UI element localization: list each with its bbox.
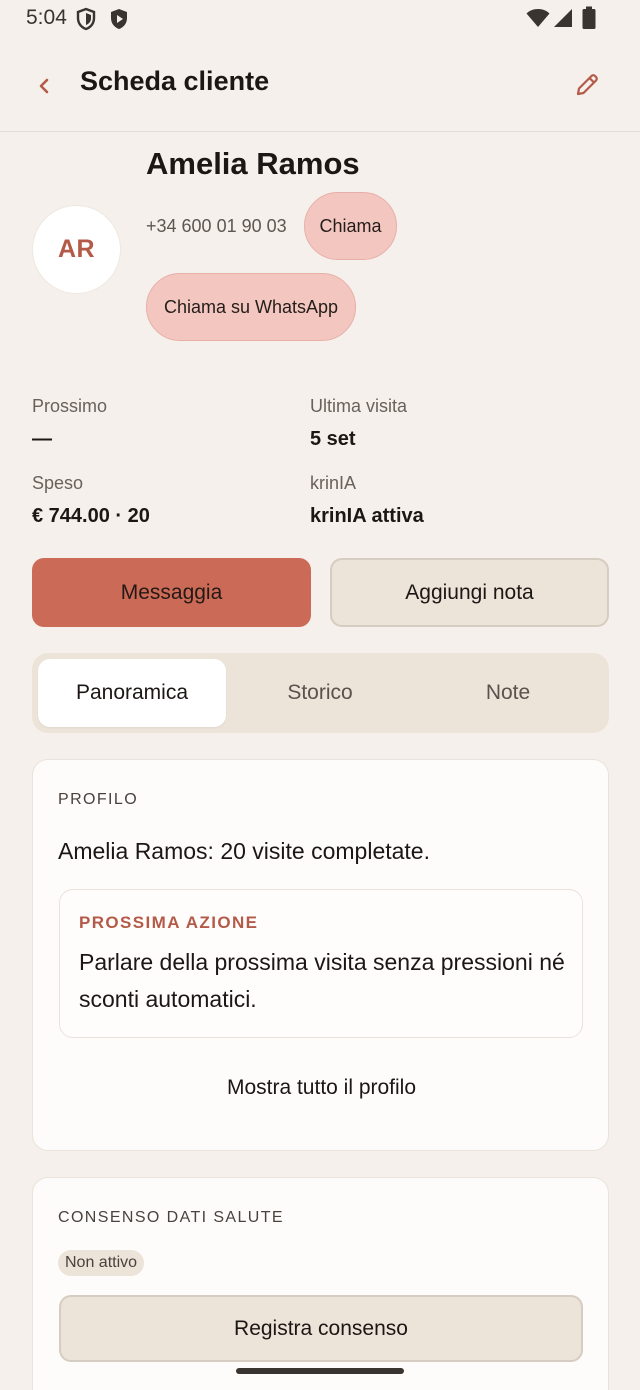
edit-button[interactable] (568, 66, 606, 104)
next-action-text: Parlare della prossima visita senza pres… (79, 949, 565, 1012)
stat-value-krinia: krinIA attiva (310, 505, 424, 527)
add-note-button[interactable]: Aggiungi nota (330, 558, 609, 627)
phone-number[interactable]: +34 600 01 90 03 (146, 216, 287, 237)
shield-play-icon (109, 7, 129, 36)
whatsapp-call-button[interactable]: Chiama su WhatsApp (146, 273, 356, 341)
back-button[interactable] (26, 68, 62, 104)
next-action-label: PROSSIMA AZIONE (79, 913, 259, 932)
stat-label-last-visit: Ultima visita (310, 396, 408, 416)
status-time: 5:04 (26, 6, 67, 29)
register-consent-button[interactable]: Registra consenso (59, 1295, 583, 1362)
pencil-icon (576, 74, 598, 96)
avatar: AR (32, 205, 121, 294)
tab-bar: Panoramica Storico Note (32, 653, 609, 733)
signal-icon (553, 8, 573, 33)
profile-card: PROFILO Amelia Ramos: 20 visite completa… (32, 759, 609, 1151)
stat-value-last-visit: 5 set (310, 428, 356, 450)
call-button[interactable]: Chiama (304, 192, 397, 260)
stat-label-krinia: krinIA (310, 473, 357, 493)
tab-notes[interactable]: Note (414, 659, 602, 727)
message-button[interactable]: Messaggia (32, 558, 311, 627)
app-header: Scheda cliente (0, 40, 640, 132)
chevron-left-icon (39, 78, 49, 94)
consent-section-label: CONSENSO DATI SALUTE (58, 1209, 284, 1226)
stat-label-spent: Speso (32, 473, 84, 493)
page-title: Scheda cliente (80, 66, 270, 96)
wifi-icon (526, 8, 550, 33)
profile-section-label: PROFILO (58, 791, 139, 808)
stat-value-next: — (32, 428, 52, 450)
shield-icon (76, 7, 96, 36)
stat-value-spent: € 744.00 · 20 (32, 505, 150, 527)
show-full-profile-button[interactable]: Mostra tutto il profilo (33, 1076, 610, 1100)
next-action-box: PROSSIMA AZIONE Parlare della prossima v… (59, 889, 583, 1038)
home-indicator[interactable] (236, 1368, 404, 1374)
tab-history[interactable]: Storico (226, 659, 414, 727)
status-badge: Non attivo (58, 1250, 145, 1276)
stat-label-next: Prossimo (32, 396, 108, 416)
health-consent-card: CONSENSO DATI SALUTE Non attivo Registra… (32, 1177, 609, 1390)
profile-summary: Amelia Ramos: 20 visite completate. (58, 838, 430, 864)
tab-overview[interactable]: Panoramica (38, 659, 226, 727)
client-name: Amelia Ramos (146, 146, 360, 181)
battery-icon (582, 6, 596, 35)
status-bar: 5:04 (0, 0, 640, 40)
